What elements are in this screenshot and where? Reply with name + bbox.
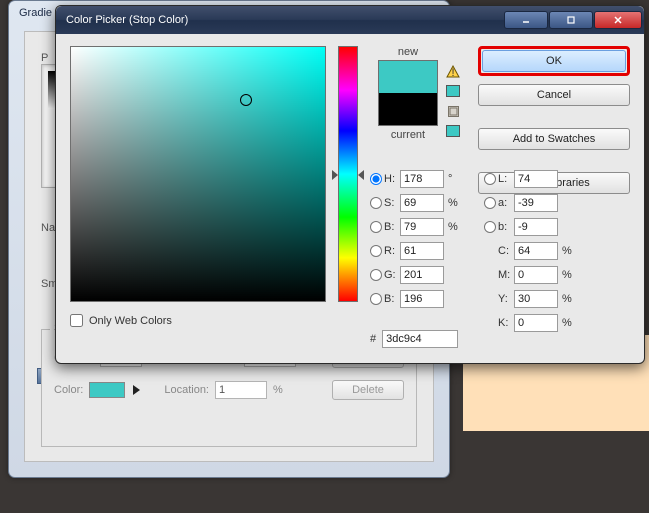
titlebar[interactable]: Color Picker (Stop Color) bbox=[56, 6, 644, 34]
h-label: H: bbox=[384, 173, 400, 185]
c-unit: % bbox=[560, 245, 578, 257]
new-label: new bbox=[370, 46, 446, 58]
s-input[interactable] bbox=[400, 194, 444, 212]
m-unit: % bbox=[560, 269, 578, 281]
ok-button[interactable]: OK bbox=[482, 50, 626, 72]
brgb-input[interactable] bbox=[400, 290, 444, 308]
k-label: K: bbox=[498, 317, 514, 329]
color-label: Color: bbox=[54, 384, 83, 396]
svg-text:!: ! bbox=[451, 67, 454, 78]
m-input[interactable] bbox=[514, 266, 558, 284]
bhsb-input[interactable] bbox=[400, 218, 444, 236]
color-picker-window: Color Picker (Stop Color) new current ! bbox=[55, 5, 645, 364]
websafe-warning-icon[interactable] bbox=[442, 102, 464, 120]
r-label: R: bbox=[384, 245, 400, 257]
mode-l-radio[interactable] bbox=[484, 173, 496, 185]
a-label: a: bbox=[498, 197, 514, 209]
hue-bar[interactable] bbox=[338, 46, 358, 302]
color-field[interactable] bbox=[70, 46, 326, 302]
location-unit: % bbox=[273, 384, 283, 396]
r-input[interactable] bbox=[400, 242, 444, 260]
close-button[interactable] bbox=[594, 11, 642, 29]
blab-input[interactable] bbox=[514, 218, 558, 236]
mode-a-radio[interactable] bbox=[484, 197, 496, 209]
l-label: L: bbox=[498, 173, 514, 185]
c-label: C: bbox=[498, 245, 514, 257]
current-label: current bbox=[370, 129, 446, 141]
stop-color-swatch[interactable] bbox=[89, 382, 125, 398]
delete-color-stop-button[interactable]: Delete bbox=[332, 380, 404, 400]
mode-brgb-radio[interactable] bbox=[370, 293, 382, 305]
c-input[interactable] bbox=[514, 242, 558, 260]
websafe-swatch[interactable] bbox=[446, 125, 460, 137]
mode-b-radio[interactable] bbox=[370, 221, 382, 233]
maximize-button[interactable] bbox=[549, 11, 593, 29]
bhsb-unit: % bbox=[446, 221, 464, 233]
mode-h-radio[interactable] bbox=[370, 173, 382, 185]
mode-r-radio[interactable] bbox=[370, 245, 382, 257]
cancel-button[interactable]: Cancel bbox=[478, 84, 630, 106]
location-label: Location: bbox=[164, 384, 209, 396]
h-input[interactable] bbox=[400, 170, 444, 188]
gamut-swatch[interactable] bbox=[446, 85, 460, 97]
only-web-colors-checkbox[interactable] bbox=[70, 314, 83, 327]
s-label: S: bbox=[384, 197, 400, 209]
l-input[interactable] bbox=[514, 170, 558, 188]
add-to-swatches-button[interactable]: Add to Swatches bbox=[478, 128, 630, 150]
mode-s-radio[interactable] bbox=[370, 197, 382, 209]
y-input[interactable] bbox=[514, 290, 558, 308]
hex-input[interactable] bbox=[382, 330, 458, 348]
gamut-warning-icon[interactable]: ! bbox=[442, 62, 464, 80]
bhsb-label: B: bbox=[384, 221, 400, 233]
m-label: M: bbox=[498, 269, 514, 281]
location-input-2[interactable] bbox=[215, 381, 267, 399]
h-unit: ° bbox=[446, 173, 464, 185]
hex-prefix: # bbox=[370, 333, 376, 345]
brgb-label: B: bbox=[384, 293, 400, 305]
current-color-swatch[interactable] bbox=[379, 93, 437, 125]
g-input[interactable] bbox=[400, 266, 444, 284]
dropdown-arrow-icon[interactable] bbox=[133, 385, 140, 395]
blab-label: b: bbox=[498, 221, 514, 233]
new-current-block: new current bbox=[370, 46, 446, 143]
g-label: G: bbox=[384, 269, 400, 281]
color-field-cursor[interactable] bbox=[240, 94, 252, 106]
new-color-swatch[interactable] bbox=[379, 61, 437, 93]
mode-blab-radio[interactable] bbox=[484, 221, 496, 233]
only-web-colors-label: Only Web Colors bbox=[89, 315, 172, 327]
k-unit: % bbox=[560, 317, 578, 329]
y-label: Y: bbox=[498, 293, 514, 305]
a-input[interactable] bbox=[514, 194, 558, 212]
mode-g-radio[interactable] bbox=[370, 269, 382, 281]
minimize-button[interactable] bbox=[504, 11, 548, 29]
s-unit: % bbox=[446, 197, 464, 209]
tutorial-callout-ok: OK bbox=[478, 46, 630, 76]
k-input[interactable] bbox=[514, 314, 558, 332]
window-title: Color Picker (Stop Color) bbox=[66, 14, 503, 26]
y-unit: % bbox=[560, 293, 578, 305]
